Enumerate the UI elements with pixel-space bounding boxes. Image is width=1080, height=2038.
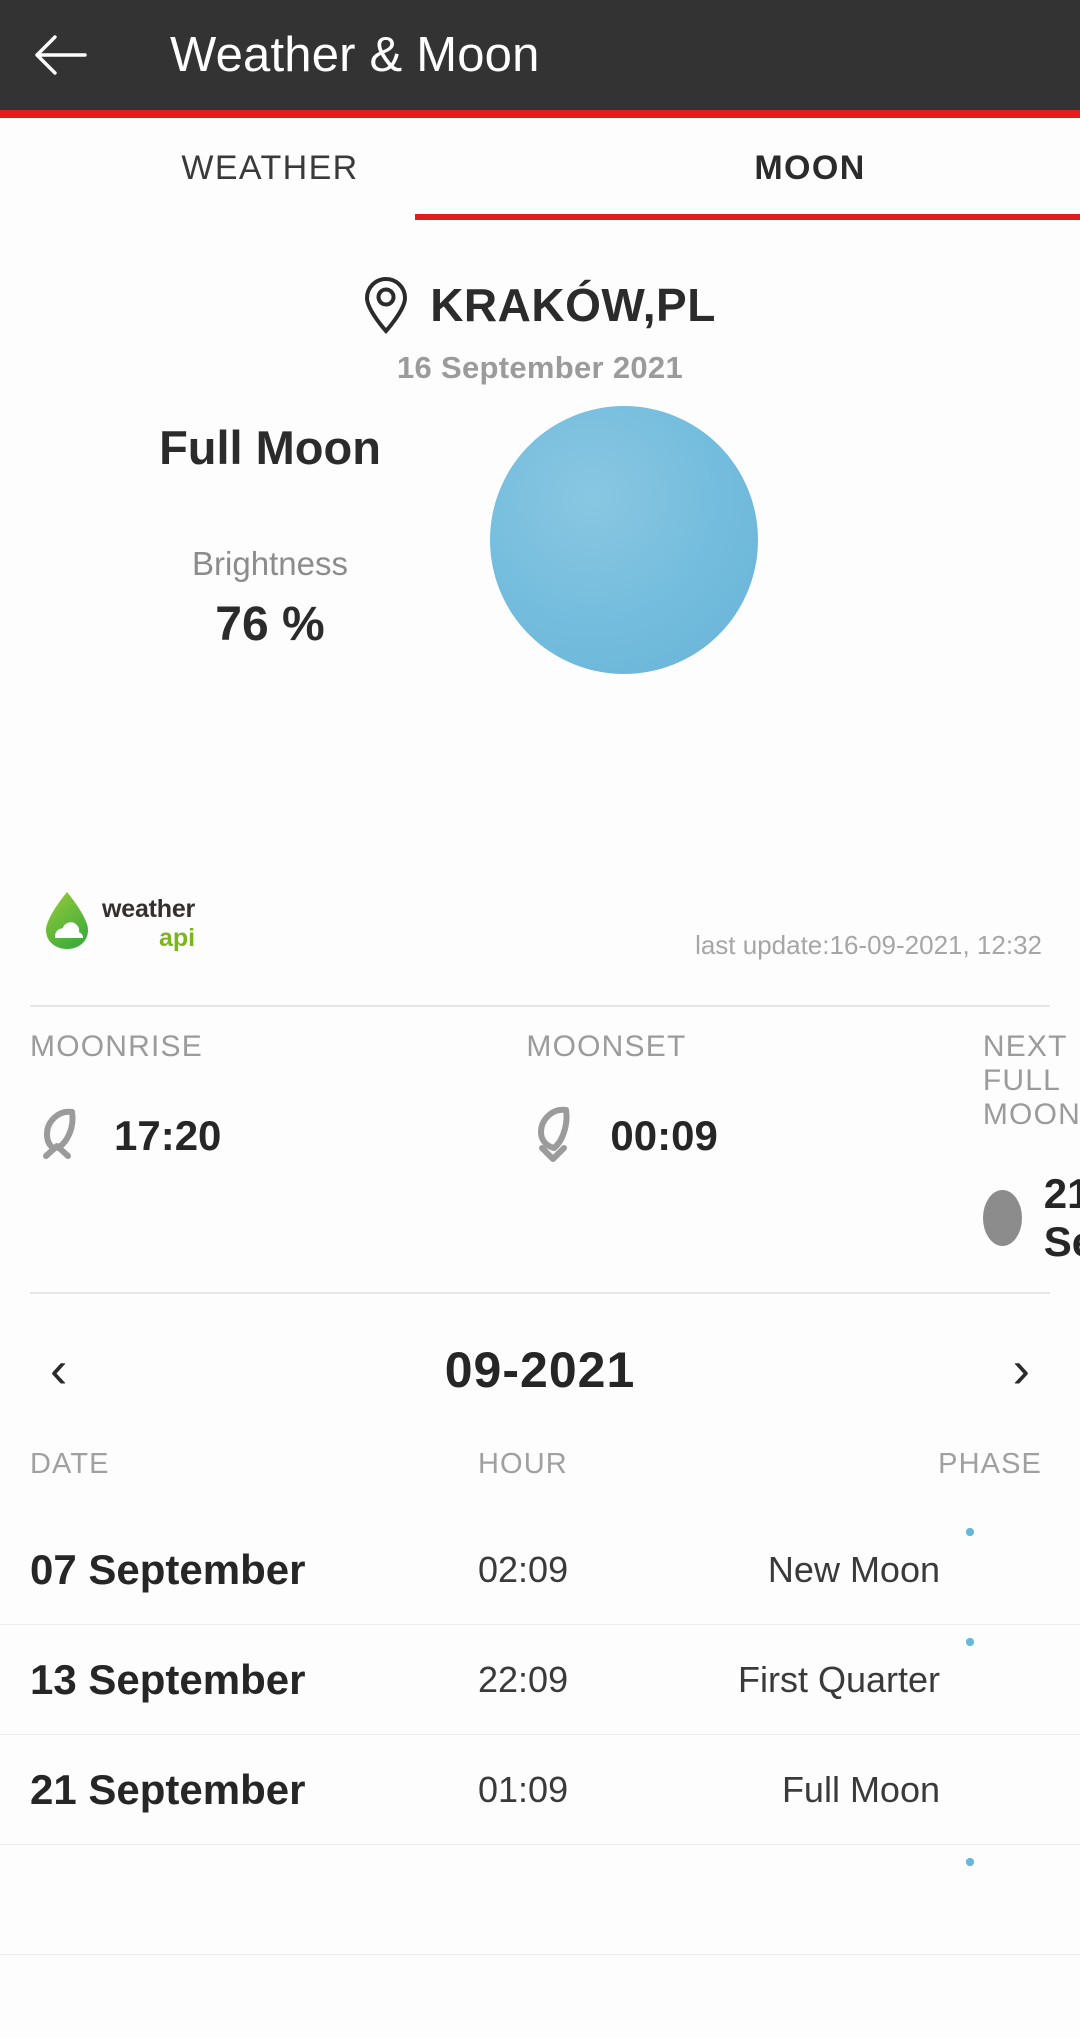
back-arrow-icon: [33, 33, 87, 77]
table-row[interactable]: 21 September 01:09 Full Moon: [0, 1735, 1080, 1845]
attribution-section: weather api last update:16-09-2021, 12:3…: [0, 890, 1080, 990]
weather-api-logo[interactable]: weather api: [40, 890, 195, 957]
divider-top: [30, 1005, 1050, 1007]
brightness-label: Brightness: [192, 545, 348, 582]
row-hour: 02:09: [478, 1548, 569, 1590]
brightness-value: 76 %: [215, 598, 325, 651]
last-update-text: last update:16-09-2021, 12:32: [695, 930, 1042, 960]
month-navigator: ‹ 09-2021 ›: [0, 1310, 1080, 1430]
table-row[interactable]: [0, 1845, 1080, 1955]
month-label: 09-2021: [444, 1342, 636, 1398]
appbar-accent-line: [0, 110, 1080, 118]
app-bar: Weather & Moon: [0, 0, 1080, 110]
divider-bottom: [30, 1292, 1050, 1294]
phase-table-body: 07 September 02:09 New Moon 13 September…: [0, 1515, 1080, 1955]
moonrise-label: MOONRISE: [30, 1030, 203, 1063]
row-phase: Full Moon: [781, 1768, 940, 1810]
full-moon-icon: [966, 1748, 1050, 1832]
table-row[interactable]: 13 September 22:09 First Quarter: [0, 1625, 1080, 1735]
phase-table-header: DATE HOUR PHASE: [0, 1448, 1080, 1508]
map-pin-icon: [364, 276, 408, 334]
next-full-moon-label: NEXT FULL MOON: [982, 1030, 1080, 1131]
page-title: Weather & Moon: [170, 28, 540, 82]
moonrise-cell: MOONRISE 17:20: [0, 1030, 221, 1280]
moon-times-row: MOONRISE 17:20 MOONSET 00:09 NEXT FULL M…: [0, 1030, 1080, 1280]
tab-moon[interactable]: MOON: [540, 118, 1080, 218]
weather-api-wordmark: weather api: [102, 894, 196, 952]
location-name: KRAKÓW,PL: [430, 279, 716, 331]
table-row[interactable]: 07 September 02:09 New Moon: [0, 1515, 1080, 1625]
current-phase-name: Full Moon: [159, 421, 381, 474]
column-header-hour: HOUR: [478, 1448, 568, 1480]
chevron-left-icon[interactable]: ‹: [50, 1344, 67, 1396]
app-screen: Weather & Moon WEATHER MOON KRAKÓW,PL 16…: [0, 0, 1080, 2038]
row-phase: First Quarter: [737, 1658, 940, 1700]
new-moon-icon: [966, 1527, 1050, 1612]
last-quarter-moon-icon: [966, 1857, 1050, 1942]
next-full-moon-value: 21 Sep: [1043, 1170, 1080, 1265]
back-button[interactable]: [0, 0, 120, 110]
moonset-value: 00:09: [610, 1111, 718, 1159]
moonset-icon: [526, 1102, 588, 1169]
tab-active-indicator: [415, 214, 1080, 220]
location-row: KRAKÓW,PL: [364, 276, 716, 334]
current-moon-graphic: [490, 406, 758, 674]
row-date: 13 September: [30, 1655, 306, 1703]
row-hour: 22:09: [478, 1658, 569, 1700]
moonrise-icon: [30, 1102, 92, 1169]
full-moon-dot-icon: [982, 1190, 1022, 1246]
weather-api-sub: api: [158, 923, 196, 952]
moonset-cell: MOONSET 00:09: [221, 1030, 718, 1280]
first-quarter-moon-icon: [966, 1637, 1050, 1722]
current-phase-section: Full Moon Brightness 76 %: [0, 400, 1080, 800]
column-header-phase: PHASE: [938, 1448, 1042, 1480]
moonset-label: MOONSET: [526, 1030, 687, 1063]
location-date: 16 September 2021: [397, 350, 683, 385]
row-hour: 01:09: [478, 1768, 569, 1810]
tab-weather[interactable]: WEATHER: [0, 118, 540, 218]
weather-api-name: weather: [102, 894, 196, 923]
column-header-date: DATE: [30, 1448, 110, 1480]
row-date: 07 September: [30, 1545, 306, 1593]
row-date: 21 September: [30, 1765, 306, 1813]
tab-bar: WEATHER MOON: [0, 118, 1080, 218]
moonset-value-row: 00:09: [526, 1102, 718, 1169]
moonrise-value-row: 17:20: [30, 1102, 221, 1169]
next-full-moon-cell: NEXT FULL MOON 21 Sep: [718, 1030, 1080, 1280]
moonrise-value: 17:20: [114, 1111, 222, 1159]
next-full-moon-value-row: 21 Sep: [982, 1170, 1080, 1266]
row-phase: New Moon: [767, 1548, 940, 1590]
weather-api-droplet-logo-icon: [40, 890, 94, 957]
current-phase-text: Full Moon Brightness 76 %: [0, 400, 540, 652]
location-block: KRAKÓW,PL 16 September 2021: [0, 276, 1080, 386]
chevron-right-icon[interactable]: ›: [1013, 1344, 1030, 1396]
